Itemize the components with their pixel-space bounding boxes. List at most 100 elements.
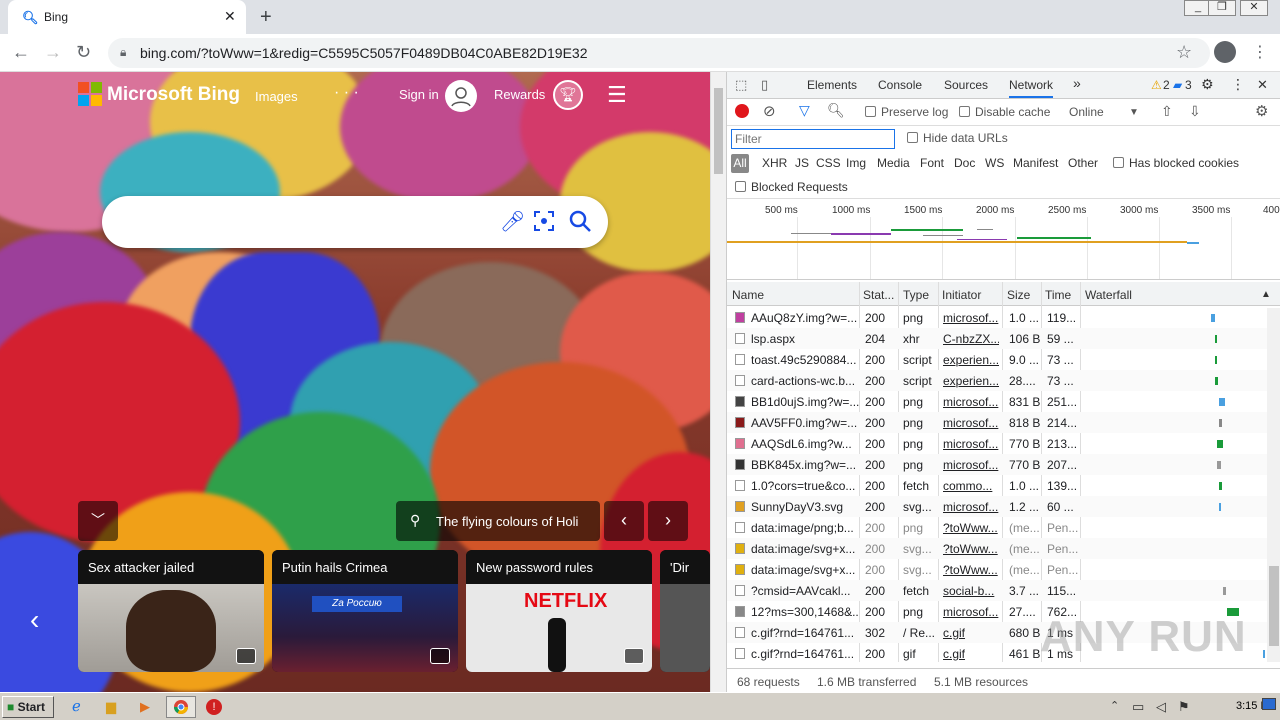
request-name[interactable]: c.gif?rnd=164761...: [751, 626, 859, 640]
search-icon[interactable]: 🔍︎: [827, 102, 845, 119]
preserve-log-checkbox[interactable]: Preserve log: [865, 105, 948, 119]
request-name[interactable]: c.gif?rnd=164761...: [751, 647, 859, 661]
next-image-button[interactable]: ›: [648, 501, 688, 541]
sign-in-link[interactable]: Sign in: [399, 87, 439, 102]
inspect-element-icon[interactable]: ⬚: [735, 77, 747, 93]
request-initiator[interactable]: c.gif: [943, 626, 999, 640]
browser-tab[interactable]: 🔍︎ Bing ✕: [8, 0, 246, 34]
new-tab-button[interactable]: +: [260, 6, 272, 29]
export-har-icon[interactable]: ⇩: [1189, 103, 1201, 120]
nav-images-link[interactable]: Images: [255, 89, 298, 104]
filter-type-media[interactable]: Media: [877, 156, 910, 170]
request-row[interactable]: lsp.aspx 204 xhr C-nbzZX... 106 B 59 ...: [727, 328, 1267, 349]
request-name[interactable]: AAQSdL6.img?w...: [751, 437, 859, 451]
column-waterfall[interactable]: Waterfall: [1085, 288, 1132, 302]
devtools-scrollbar[interactable]: [1267, 308, 1280, 662]
request-row[interactable]: AAV5FF0.img?w=... 200 png microsof... 818 B 2…: [727, 412, 1267, 433]
blocked-requests-checkbox[interactable]: Blocked Requests: [735, 180, 848, 194]
media-player-icon[interactable]: ▶: [140, 699, 150, 715]
user-avatar-icon[interactable]: [445, 80, 477, 112]
page-scrollbar[interactable]: [710, 72, 726, 692]
reload-icon[interactable]: ↻: [76, 42, 91, 63]
chrome-taskbar-button[interactable]: [166, 696, 196, 718]
address-bar[interactable]: 🔒︎ bing.com/?toWww=1&redig=C5595C5057F04…: [108, 38, 1210, 68]
disable-cache-checkbox[interactable]: Disable cache: [959, 105, 1050, 119]
request-initiator[interactable]: microsof...: [943, 605, 999, 619]
message-count[interactable]: 3: [1185, 78, 1192, 92]
close-window-button[interactable]: ✕: [1240, 0, 1268, 16]
filter-type-img[interactable]: Img: [846, 156, 866, 170]
tab-network[interactable]: Network: [1009, 78, 1054, 98]
search-box[interactable]: 🎤︎: [102, 196, 608, 248]
news-card-title[interactable]: Putin hails Crimea: [272, 550, 458, 584]
nav-more-icon[interactable]: · · ·: [334, 84, 359, 102]
request-name[interactable]: ?cmsid=AAVcakl...: [751, 584, 859, 598]
visual-search-icon[interactable]: [532, 209, 556, 239]
rewards-link[interactable]: Rewards: [494, 87, 545, 102]
folder-icon[interactable]: ▆: [106, 699, 116, 715]
network-overview-timeline[interactable]: 500 ms 1000 ms 1500 ms 2000 ms 2500 ms 3…: [727, 198, 1280, 280]
record-icon[interactable]: [735, 104, 749, 118]
request-initiator[interactable]: ?toWww...: [943, 563, 999, 577]
request-row[interactable]: AAuQ8zY.img?w=... 200 png microsof... 1.0 ..…: [727, 307, 1267, 328]
request-name[interactable]: data:image/png;b...: [751, 521, 859, 535]
request-initiator[interactable]: microsof...: [943, 416, 999, 430]
filter-type-doc[interactable]: Doc: [954, 156, 975, 170]
profile-avatar-icon[interactable]: [1214, 41, 1236, 63]
forward-arrow-icon[interactable]: →: [44, 42, 62, 63]
request-name[interactable]: card-actions-wc.b...: [751, 374, 859, 388]
show-desktop-icon[interactable]: [1262, 698, 1276, 710]
sort-up-icon[interactable]: ▲: [1261, 289, 1271, 300]
column-status[interactable]: Stat...: [863, 288, 894, 302]
request-row[interactable]: AAQSdL6.img?w... 200 png microsof... 770 B 21…: [727, 433, 1267, 454]
collapse-chevron-icon[interactable]: ﹀: [78, 501, 118, 541]
warning-icon[interactable]: ⚠: [1151, 78, 1162, 92]
back-arrow-icon[interactable]: ←: [12, 42, 30, 63]
column-size[interactable]: Size: [1007, 288, 1030, 302]
filter-type-all[interactable]: All: [731, 154, 749, 173]
request-row[interactable]: data:image/svg+x... 200 svg... ?toWww... (me…: [727, 538, 1267, 559]
filter-funnel-icon[interactable]: ▽: [799, 102, 810, 119]
request-name[interactable]: AAV5FF0.img?w=...: [751, 416, 859, 430]
device-toolbar-icon[interactable]: ▯: [761, 77, 768, 93]
browser-menu-icon[interactable]: ⋮: [1252, 42, 1268, 62]
request-row[interactable]: 1.0?cors=true&co... 200 fetch commo... 1.0 .…: [727, 475, 1267, 496]
devtools-menu-icon[interactable]: ⋮: [1231, 76, 1245, 93]
column-type[interactable]: Type: [903, 288, 929, 302]
throttling-select[interactable]: Online: [1069, 105, 1104, 119]
request-name[interactable]: data:image/svg+x...: [751, 542, 859, 556]
request-row[interactable]: ?cmsid=AAVcakl... 200 fetch social-b... 3.7 …: [727, 580, 1267, 601]
news-card-title[interactable]: Sex attacker jailed: [78, 550, 264, 584]
rewards-medal-icon[interactable]: 🏆︎: [553, 80, 583, 110]
tray-expand-icon[interactable]: ⌃: [1110, 699, 1119, 712]
request-initiator[interactable]: experien...: [943, 374, 999, 388]
request-initiator[interactable]: experien...: [943, 353, 999, 367]
request-name[interactable]: data:image/svg+x...: [751, 563, 859, 577]
has-blocked-cookies-checkbox[interactable]: Has blocked cookies: [1113, 156, 1239, 170]
request-initiator[interactable]: social-b...: [943, 584, 999, 598]
flag-icon[interactable]: ⚑: [1178, 699, 1190, 715]
column-name[interactable]: Name: [732, 288, 764, 302]
news-card[interactable]: Putin hails Crimea Za Россию: [272, 550, 458, 672]
news-card[interactable]: New password rules NETFLIX: [466, 550, 652, 672]
request-initiator[interactable]: microsof...: [943, 500, 999, 514]
request-row[interactable]: BB1d0ujS.img?w=... 200 png microsof... 831 B…: [727, 391, 1267, 412]
chevron-down-icon[interactable]: ▼: [1129, 107, 1139, 118]
carousel-left-icon[interactable]: ‹: [30, 604, 39, 636]
request-row[interactable]: toast.49c5290884... 200 script experien... 9…: [727, 349, 1267, 370]
settings-gear-icon[interactable]: ⚙: [1201, 76, 1214, 93]
request-name[interactable]: BB1d0ujS.img?w=...: [751, 395, 859, 409]
tab-sources[interactable]: Sources: [944, 78, 988, 92]
request-name[interactable]: BBK845x.img?w=...: [751, 458, 859, 472]
request-initiator[interactable]: C-nbzZX...: [943, 332, 999, 346]
start-button[interactable]: ■ Start: [2, 696, 54, 718]
network-settings-gear-icon[interactable]: ⚙: [1255, 102, 1268, 120]
request-row[interactable]: data:image/svg+x... 200 svg... ?toWww... (me…: [727, 559, 1267, 580]
filter-type-font[interactable]: Font: [920, 156, 944, 170]
hide-data-urls-checkbox[interactable]: Hide data URLs: [907, 131, 1008, 145]
network-tray-icon[interactable]: ▭: [1132, 699, 1144, 715]
url-text[interactable]: bing.com/?toWww=1&redig=C5595C5057F0489D…: [140, 45, 588, 61]
previous-image-button[interactable]: ‹: [604, 501, 644, 541]
request-row[interactable]: SunnyDayV3.svg 200 svg... microsof... 1.2 ..…: [727, 496, 1267, 517]
filter-type-ws[interactable]: WS: [985, 156, 1004, 170]
